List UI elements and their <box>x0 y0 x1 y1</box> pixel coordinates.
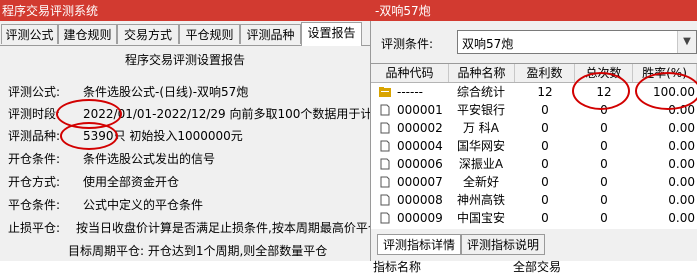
cell-total: 0 <box>600 211 608 225</box>
annotation-circle <box>60 122 118 150</box>
tab-strip: 评测公式 建仓规则 交易方式 平仓规则 评测品种 设置报告 <box>0 21 370 46</box>
tab-indicator-details[interactable]: 评测指标详情 <box>377 234 461 255</box>
report-row-formula: 评测公式: 条件选股公式-(日线)-双响57炮 <box>8 83 248 100</box>
results-pane: 评测条件: 双响57炮 ▼ 品种代码 品种名称 盈利数 总次数 胜率(%) --… <box>371 21 697 274</box>
row-value: 使用全部资金开仓 <box>83 175 180 189</box>
table-row[interactable]: 000007 全新好 0 0 0.00 <box>371 173 697 191</box>
cell-win: 0.00 <box>668 121 695 135</box>
tab-open-rules[interactable]: 建仓规则 <box>58 24 117 44</box>
tab-settings-report[interactable]: 设置报告 <box>301 22 362 46</box>
column-header[interactable]: 盈利数 <box>515 64 575 82</box>
cell-profit: 0 <box>541 139 549 153</box>
report-row-open-condition: 开仓条件: 条件选股公式发出的信号 <box>8 150 215 167</box>
results-table: 品种代码 品种名称 盈利数 总次数 胜率(%) ------ 综合统计 12 1… <box>371 63 697 230</box>
tab-formula[interactable]: 评测公式 <box>1 24 58 44</box>
chevron-down-icon[interactable]: ▼ <box>677 31 696 53</box>
cell-name: 万 科A <box>462 121 500 135</box>
row-value: 条件选股公式-(日线)-双响57炮 <box>83 85 249 99</box>
table-row[interactable]: 000009 中国宝安 0 0 0.00 <box>371 209 697 227</box>
cell-name: 中国宝安 <box>456 211 505 225</box>
cell-name: 国华网安 <box>456 139 505 153</box>
table-row[interactable]: 000004 国华网安 0 0 0.00 <box>371 137 697 155</box>
report-title: 程序交易评测设置报告 <box>124 53 245 67</box>
table-row[interactable]: 000006 深振业A 0 0 0.00 <box>371 155 697 173</box>
stock-icon <box>380 104 390 116</box>
row-value: 按当日收盘价计算是否满足止损条件,按本周期最高价平仓 <box>76 221 370 235</box>
row-value: 目标周期平仓: 开仓达到1个周期,则全部数量平仓 <box>68 244 328 258</box>
left-window-title: 程序交易评测系统 <box>2 4 99 18</box>
row-label: 开仓条件: <box>8 152 61 166</box>
row-label: 平仓条件: <box>8 198 61 212</box>
cell-profit: 0 <box>541 103 549 117</box>
cell-win: 0.00 <box>668 157 695 171</box>
report-row-open-mode: 开仓方式: 使用全部资金开仓 <box>8 173 179 190</box>
cell-win: 0.00 <box>668 175 695 189</box>
cell-win: 0.00 <box>668 211 695 225</box>
condition-label: 评测条件: <box>381 37 434 51</box>
title-bar: 程序交易评测系统 -双响57炮 <box>0 0 697 21</box>
cell-win: 0.00 <box>668 139 695 153</box>
cell-total: 0 <box>600 193 608 207</box>
cell-profit: 0 <box>541 193 549 207</box>
condition-select[interactable]: 双响57炮 ▼ <box>457 30 697 54</box>
report-row-close-condition: 平仓条件: 公式中定义的平仓条件 <box>8 196 203 213</box>
row-label: 评测公式: <box>8 85 61 99</box>
cell-name: 平安银行 <box>456 103 505 117</box>
stock-icon <box>380 158 390 170</box>
column-header[interactable]: 品种名称 <box>449 64 515 82</box>
tab-close-rules[interactable]: 平仓规则 <box>179 24 240 44</box>
stock-icon <box>380 140 390 152</box>
column-header[interactable]: 品种代码 <box>371 64 449 82</box>
stock-icon <box>380 122 390 134</box>
table-row[interactable]: 000008 神州高铁 0 0 0.00 <box>371 191 697 209</box>
report-content: 程序交易评测设置报告 评测公式: 条件选股公式-(日线)-双响57炮 评测时段:… <box>0 46 370 261</box>
table-row[interactable]: 000002 万 科A 0 0 0.00 <box>371 119 697 137</box>
cell-name: 深振业A <box>458 157 504 171</box>
stock-icon <box>380 194 390 206</box>
cell-win: 0.00 <box>668 193 695 207</box>
cell-profit: 0 <box>541 121 549 135</box>
cell-profit: 12 <box>537 85 553 99</box>
tab-instruments[interactable]: 评测品种 <box>240 24 301 44</box>
cell-name: 全新好 <box>462 175 499 189</box>
row-label: 开仓方式: <box>8 175 61 189</box>
cell-total: 0 <box>600 139 608 153</box>
settings-pane: 评测公式 建仓规则 交易方式 平仓规则 评测品种 设置报告 程序交易评测设置报告… <box>0 21 371 261</box>
cell-name: 综合统计 <box>456 85 505 99</box>
report-row-stop-loss: 止损平仓: 按当日收盘价计算是否满足止损条件,按本周期最高价平仓 <box>8 219 370 236</box>
cell-total: 0 <box>600 121 608 135</box>
stock-icon <box>380 212 390 224</box>
condition-value: 双响57炮 <box>462 37 514 51</box>
report-row-period: 评测时段: 2022/01/01-2022/12/29 向前多取100个数据用于… <box>8 105 370 122</box>
stock-icon <box>380 176 390 188</box>
detail-tabs: 评测指标详情 评测指标说明 指标名称 全部交易 <box>371 229 697 274</box>
cell-profit: 0 <box>541 175 549 189</box>
row-label: 止损平仓: <box>8 221 61 235</box>
row-label: 评测品种: <box>8 129 61 143</box>
row-value: 2022/01/01-2022/12/29 向前多取100个数据用于计算 预 <box>83 107 370 121</box>
right-window-title: -双响57炮 <box>375 4 431 18</box>
tab-indicator-notes[interactable]: 评测指标说明 <box>461 234 545 255</box>
report-row-instruments: 评测品种: 5390只 初始投入1000000元 <box>8 127 243 144</box>
annotation-circle <box>635 72 697 110</box>
cell-total: 0 <box>600 175 608 189</box>
folder-icon <box>379 87 391 97</box>
row-value: 条件选股公式发出的信号 <box>83 152 216 166</box>
cell-profit: 0 <box>541 211 549 225</box>
row-value: 公式中定义的平仓条件 <box>83 198 204 212</box>
row-label: 评测时段: <box>8 107 61 121</box>
tab-trade-mode[interactable]: 交易方式 <box>117 24 179 44</box>
cell-total: 0 <box>600 157 608 171</box>
annotation-circle <box>572 72 630 110</box>
cell-name: 神州高铁 <box>456 193 505 207</box>
cell-profit: 0 <box>541 157 549 171</box>
